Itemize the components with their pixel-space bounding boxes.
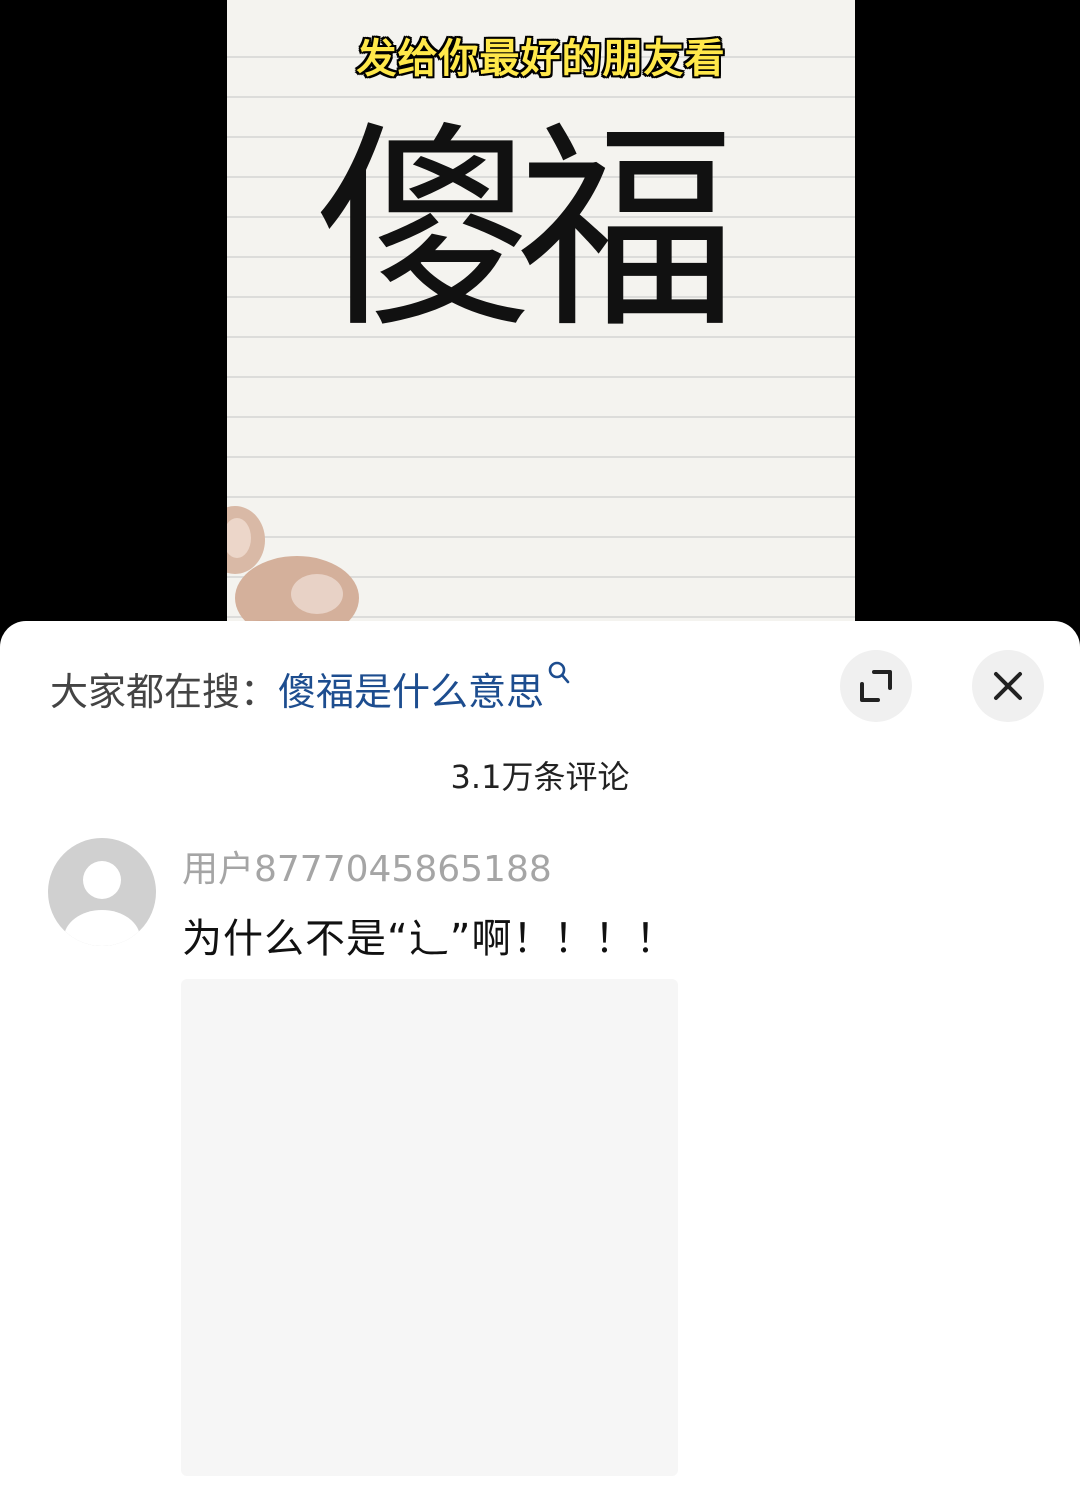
expand-button[interactable] xyxy=(840,650,912,722)
comment-text: 为什么不是“辶”啊！！！！ xyxy=(182,916,677,962)
avatar[interactable] xyxy=(48,838,156,946)
trending-search-query[interactable]: 傻福是什么意思 xyxy=(278,661,544,716)
comment-count: 3.1万条评论 xyxy=(450,758,630,796)
video-frame: 发给你最好的朋友看 傻福 xyxy=(227,0,855,660)
close-icon xyxy=(994,672,1022,700)
comment-username[interactable]: 用户8777045865188 xyxy=(182,840,552,892)
close-button[interactable] xyxy=(972,650,1044,722)
comment-image[interactable] xyxy=(181,979,678,1476)
trending-search[interactable]: 大家都在搜： 傻福是什么意思 xyxy=(50,660,570,716)
default-avatar-icon xyxy=(64,861,140,946)
handwritten-characters: 傻福 xyxy=(315,102,737,358)
search-icon xyxy=(548,650,570,694)
video-player[interactable]: 发给你最好的朋友看 傻福 xyxy=(0,0,1080,660)
expand-icon xyxy=(860,670,892,702)
trending-search-label: 大家都在搜： xyxy=(50,669,279,714)
video-subtitle: 发给你最好的朋友看 xyxy=(356,36,726,82)
